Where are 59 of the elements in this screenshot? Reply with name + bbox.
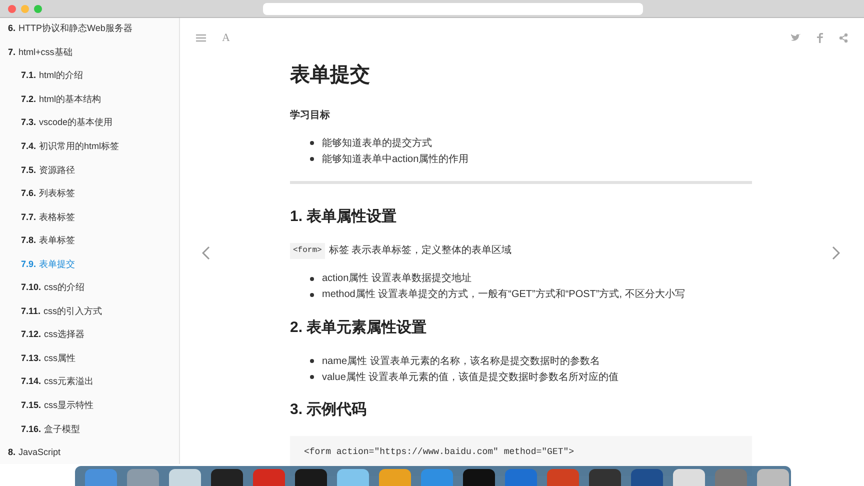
dock-app-icon[interactable] — [379, 469, 411, 486]
bullet-icon — [310, 141, 314, 145]
section-heading: 1. 表单属性设置 — [290, 207, 398, 227]
dock-app-icon[interactable] — [337, 469, 369, 486]
sidebar-item[interactable]: 7.6. 列表标签 — [0, 184, 179, 204]
bullet-icon — [310, 359, 314, 363]
sidebar-item[interactable]: 7. html+css基础 — [0, 42, 179, 63]
section-label: 学习目标 — [290, 108, 331, 123]
sidebar-item[interactable]: 7.14. css元素溢出 — [0, 372, 179, 392]
sidebar-item[interactable]: 7.12. css选择器 — [0, 325, 179, 346]
bullet-icon — [310, 292, 314, 296]
list-item-text: name属性 设置表单元素的名称，该名称是提交数据时的参数名 — [322, 354, 600, 368]
menu-icon[interactable] — [196, 34, 206, 42]
section-heading: 3. 示例代码 — [290, 400, 368, 420]
previous-page-icon[interactable] — [202, 246, 210, 260]
sidebar-item[interactable]: 7.5. 资源路径 — [0, 160, 179, 180]
code-line: <form action="https://www.baidu.com" method="GET"> — [304, 446, 576, 458]
bullet-icon — [310, 157, 314, 161]
sidebar-item[interactable]: 7.2. html的基本结构 — [0, 90, 179, 110]
close-icon[interactable] — [8, 4, 16, 12]
sidebar-item[interactable]: 7.10. css的介绍 — [0, 278, 179, 298]
dock-app-icon[interactable] — [589, 469, 621, 486]
paragraph-text: 标签 表示表单标签，定义整体的表单区域 — [328, 244, 512, 258]
dock-app-icon[interactable] — [169, 469, 201, 486]
list-item-text: method属性 设置表单提交的方式，一般有“GET”方式和“POST”方式, 不区分大小写 — [322, 288, 685, 302]
share-icon[interactable] — [839, 33, 848, 43]
dock-app-icon[interactable] — [757, 469, 789, 486]
sidebar-item[interactable]: 7.8. 表单标签 — [0, 230, 179, 251]
letter-f-icon[interactable] — [817, 33, 823, 43]
dock-app-icon[interactable] — [295, 469, 327, 486]
minimize-icon[interactable] — [21, 4, 29, 12]
dock-app-icon[interactable] — [631, 469, 663, 486]
sidebar-item[interactable]: 7.1. html的介绍 — [0, 66, 179, 86]
sidebar-item[interactable]: 7.3. vscode的基本使用 — [0, 113, 179, 134]
bird-icon[interactable] — [791, 34, 801, 42]
list-item-text: 能够知道表单的提交方式 — [322, 136, 432, 150]
sidebar-item[interactable]: 7.7. 表格标签 — [0, 207, 179, 228]
address-bar[interactable] — [263, 2, 643, 14]
sidebar-item[interactable]: 7.15. css显示特性 — [0, 396, 179, 416]
section-heading: 2. 表单元素属性设置 — [290, 318, 428, 338]
dock-app-icon[interactable] — [211, 469, 243, 486]
sidebar-item[interactable]: 8. JavaScript — [0, 442, 179, 463]
list-item-text: 能够知道表单中action属性的作用 — [322, 152, 469, 166]
dock-app-icon[interactable] — [673, 469, 705, 486]
sidebar-item[interactable]: 7.16. 盒子模型 — [0, 419, 179, 440]
sidebar-item[interactable]: 7.11. css的引入方式 — [0, 302, 179, 322]
sidebar-item[interactable]: 7.13. css属性 — [0, 348, 179, 369]
bullet-icon — [310, 375, 314, 379]
next-page-icon[interactable] — [832, 246, 840, 260]
page-title: 表单提交 — [290, 62, 371, 88]
inline-code: <form> — [290, 242, 325, 258]
sidebar-item[interactable]: 6. HTTP协议和静态Web服务器 — [0, 19, 179, 39]
sidebar-item[interactable]: 7.4. 初识常用的html标签 — [0, 136, 179, 157]
bullet-icon — [310, 276, 314, 280]
list-item-text: value属性 设置表单元素的值，该值是提交数据时参数名所对应的值 — [322, 370, 619, 384]
sidebar-item[interactable]: 7.9. 表单提交 — [0, 254, 179, 274]
dock-app-icon[interactable] — [463, 469, 495, 486]
list-item-text: action属性 设置表单数据提交地址 — [322, 272, 472, 286]
zoom-icon[interactable] — [34, 4, 42, 12]
